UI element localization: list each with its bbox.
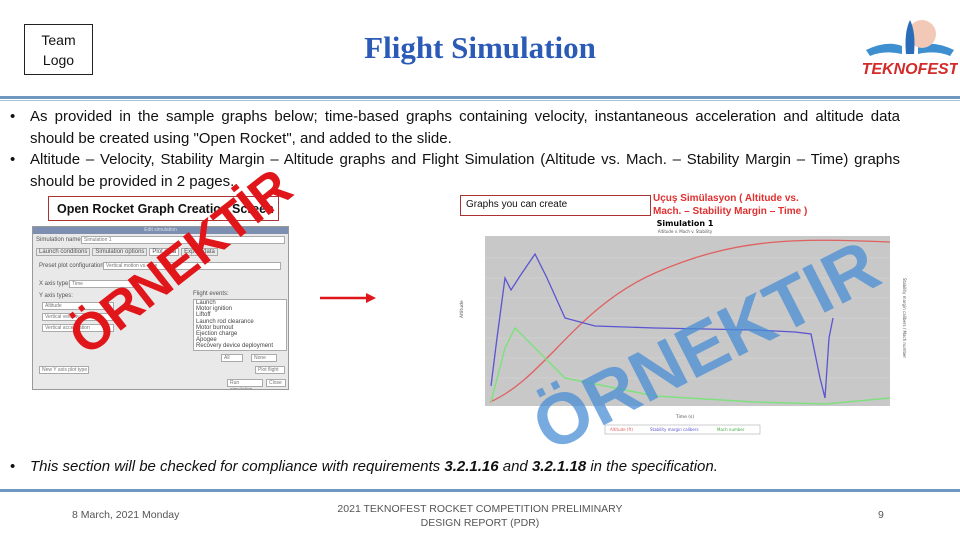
plot-button: Plot flight bbox=[255, 366, 285, 374]
bullet-text: As provided in the sample graphs below; … bbox=[30, 108, 900, 147]
footer-center: 2021 TEKNOFEST ROCKET COMPETITION PRELIM… bbox=[337, 503, 623, 529]
footer-rule bbox=[0, 489, 960, 492]
requirement-ref: 3.2.1.18 bbox=[531, 458, 587, 475]
note-text: and bbox=[498, 458, 532, 475]
slide-title: Flight Simulation bbox=[364, 30, 596, 65]
sim-name-label: Simulation name: bbox=[36, 237, 83, 243]
bullet-item: • As provided in the sample graphs below;… bbox=[10, 106, 900, 149]
chart-title: Simulation 1 bbox=[657, 219, 714, 228]
bullet-text: Altitude – Velocity, Stability Margin – … bbox=[30, 151, 900, 190]
chart-subtitle: Altitude v. Mach v. Stability bbox=[658, 229, 713, 234]
none-button: None bbox=[251, 354, 277, 362]
graph-caption: Uçuş Simülasyon ( Altitude vs. Mach. – S… bbox=[653, 193, 808, 217]
right-arrow-icon bbox=[320, 293, 376, 303]
tab-sim-options: Simulation options bbox=[92, 248, 148, 256]
event-item: Recovery device deployment bbox=[196, 343, 274, 350]
legend-stability: Stability margin calibers bbox=[650, 427, 699, 432]
tab-launch: Launch conditions bbox=[36, 248, 91, 256]
teknofest-logo: TEKNOFEST bbox=[862, 20, 958, 78]
y-axis-label-right: Stability margin calibers / Mach number bbox=[902, 278, 907, 358]
footer-date: 8 March, 2021 Monday bbox=[72, 509, 180, 521]
run-button: Run simulation bbox=[227, 379, 263, 389]
bullet-list: • As provided in the sample graphs below;… bbox=[10, 106, 900, 192]
preset-label: Preset plot configurations: bbox=[39, 263, 109, 269]
y-axis-label: Y axis types: bbox=[39, 293, 73, 299]
x-axis-label: Time (s) bbox=[675, 414, 695, 420]
new-axis-button: New Y axis plot type bbox=[39, 366, 89, 374]
y-axis-label-left: Altitude bbox=[459, 300, 465, 318]
x-axis-label: X axis type: bbox=[39, 281, 71, 287]
all-button: All bbox=[221, 354, 243, 362]
bullet-item: • Altitude – Velocity, Stability Margin –… bbox=[10, 149, 900, 192]
svg-text:TEKNOFEST: TEKNOFEST bbox=[862, 61, 958, 78]
compliance-note: • This section will be checked for compli… bbox=[10, 458, 718, 475]
flight-events-label: Flight events: bbox=[193, 291, 229, 297]
note-text: in the specification. bbox=[586, 458, 718, 475]
legend-mach: Mach number bbox=[717, 427, 745, 432]
close-button: Close bbox=[266, 379, 286, 387]
header-rule-thin bbox=[0, 100, 960, 101]
flight-events-list: Launch Motor ignition Liftoff Launch rod… bbox=[193, 299, 287, 351]
note-text: This section will be checked for complia… bbox=[30, 458, 445, 475]
header-rule bbox=[0, 96, 960, 99]
page-number: 9 bbox=[878, 509, 884, 521]
requirement-ref: 3.2.1.16 bbox=[444, 458, 499, 475]
graphs-label: Graphs you can create bbox=[460, 195, 651, 216]
